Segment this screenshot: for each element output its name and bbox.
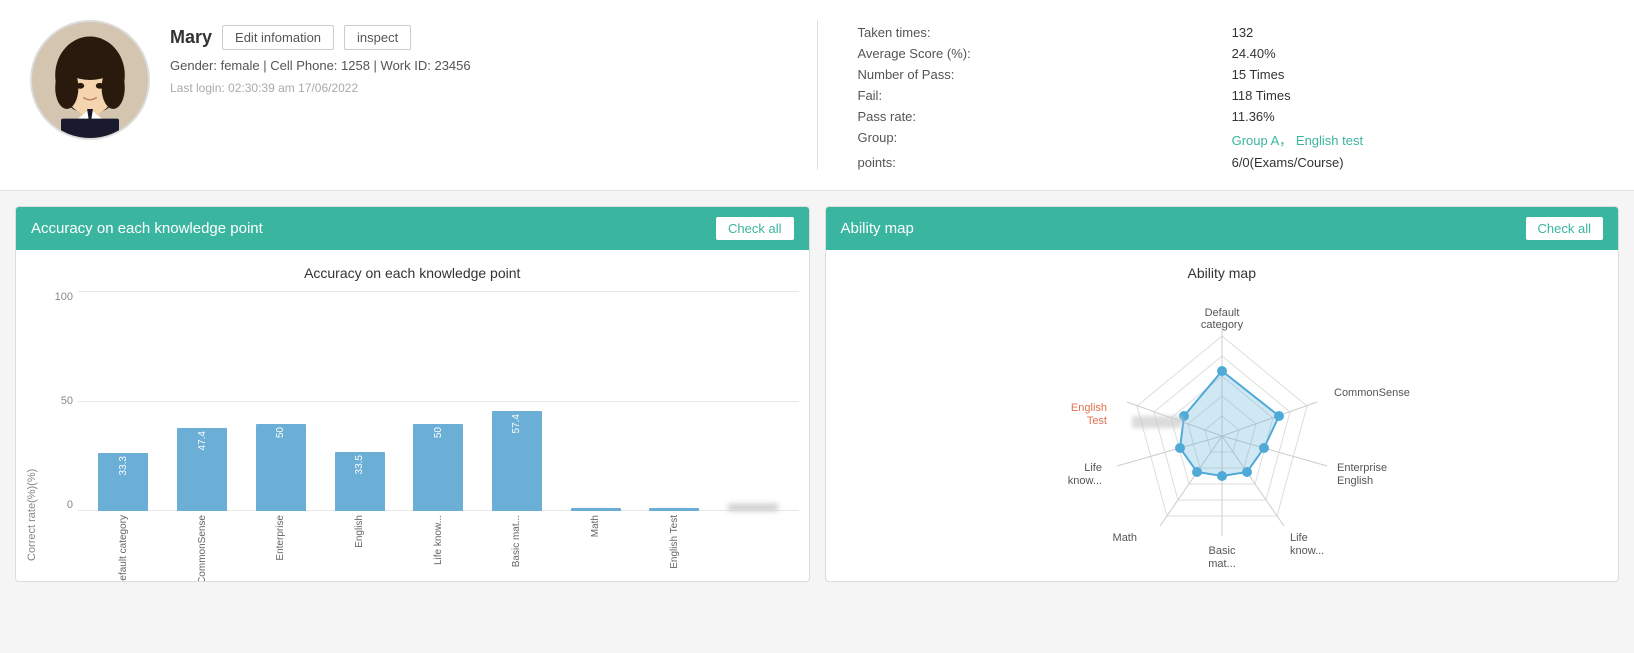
user-profile: Mary Edit infomation inspect Gender: fem… — [30, 20, 818, 170]
bar-value: 50 — [433, 424, 444, 441]
x-labels: Default categoryCommonSenseEnterpriseEng… — [78, 511, 799, 561]
last-login: Last login: 02:30:39 am 17/06/2022 — [170, 81, 471, 95]
y-axis-label: Correct rate(%)(%) — [26, 291, 38, 561]
svg-text:know...: know... — [1290, 545, 1324, 557]
x-label: CommonSense — [167, 511, 238, 561]
svg-text:Default: Default — [1204, 307, 1239, 319]
bars-row: 33.3 47.4 50 33.5 50 57.4 — [78, 291, 799, 511]
pass-rate-label: Pass rate: — [858, 109, 1212, 124]
knowledge-chart-title: Accuracy on each knowledge point — [26, 265, 799, 281]
knowledge-chart-card: Accuracy on each knowledge point Check a… — [15, 206, 810, 582]
group-value: Group A， English test — [1232, 130, 1604, 149]
knowledge-chart-area: Accuracy on each knowledge point Correct… — [16, 250, 809, 571]
avg-score-value: 24.40% — [1232, 46, 1604, 61]
edit-info-button[interactable]: Edit infomation — [222, 25, 334, 50]
ability-card-header: Ability map Check all — [826, 207, 1619, 250]
taken-times-label: Taken times: — [858, 25, 1212, 40]
y-tick-100: 100 — [43, 291, 73, 303]
bar-rect: 33.3 — [98, 453, 148, 511]
avatar — [30, 20, 150, 140]
svg-text:mat...: mat... — [1208, 558, 1236, 570]
bar-group: 57.4 — [482, 411, 553, 511]
svg-text:Life: Life — [1290, 532, 1308, 544]
user-info: Mary Edit infomation inspect Gender: fem… — [170, 20, 471, 95]
bar-chart-container: Correct rate(%)(%) 100 50 0 33.3 47.4 — [26, 291, 799, 561]
svg-text:Test: Test — [1087, 415, 1107, 427]
taken-times-value: 132 — [1232, 25, 1604, 40]
svg-text:Life: Life — [1084, 462, 1102, 474]
ability-header-title: Ability map — [841, 220, 914, 237]
svg-text:CommonSense: CommonSense — [1334, 387, 1410, 399]
user-name: Mary — [170, 27, 212, 48]
y-tick-0: 0 — [43, 499, 73, 511]
bar-group: 50 — [245, 424, 316, 512]
ability-chart-title: Ability map — [836, 265, 1609, 281]
pass-rate-value: 11.36% — [1232, 109, 1604, 124]
ability-check-all-button[interactable]: Check all — [1526, 217, 1603, 240]
x-label: Life know... — [403, 511, 474, 561]
bar-rect: 57.4 — [492, 411, 542, 511]
bar-value: 47.4 — [197, 428, 208, 453]
svg-text:English: English — [1071, 402, 1107, 414]
bar-group: 33.5 — [324, 452, 395, 511]
svg-text:Math: Math — [1112, 532, 1136, 544]
fail-value: 118 Times — [1232, 88, 1604, 103]
bar-value: 33.5 — [354, 452, 365, 477]
x-label — [718, 511, 789, 561]
stats-panel: Taken times: 132 Average Score (%): 24.4… — [858, 20, 1605, 170]
fail-label: Fail: — [858, 88, 1212, 103]
bar-rect: 50 — [256, 424, 306, 512]
svg-text:category: category — [1201, 319, 1244, 331]
bar-group: 47.4 — [167, 428, 238, 511]
bar-value: 57.4 — [511, 411, 522, 436]
bar-value: 50 — [275, 424, 286, 441]
num-pass-value: 15 Times — [1232, 67, 1604, 82]
x-label: Math — [560, 511, 631, 561]
svg-text:Enterprise: Enterprise — [1337, 462, 1387, 474]
bar-rect: 47.4 — [177, 428, 227, 511]
user-meta: Gender: female | Cell Phone: 1258 | Work… — [170, 58, 471, 73]
inspect-button[interactable]: inspect — [344, 25, 411, 50]
top-panel: Mary Edit infomation inspect Gender: fem… — [0, 0, 1634, 191]
bar-rect: 33.5 — [335, 452, 385, 511]
bar-chart-plot: 33.3 47.4 50 33.5 50 57.4 Default categoryCom… — [78, 291, 799, 561]
knowledge-card-header: Accuracy on each knowledge point Check a… — [16, 207, 809, 250]
num-pass-label: Number of Pass: — [858, 67, 1212, 82]
svg-text:know...: know... — [1068, 475, 1102, 487]
group-label: Group: — [858, 130, 1212, 149]
svg-text:Basic: Basic — [1208, 545, 1235, 557]
x-label: Enterprise — [245, 511, 316, 561]
radar-container: Default category CommonSense Enterprise … — [836, 291, 1609, 571]
knowledge-check-all-button[interactable]: Check all — [716, 217, 793, 240]
x-label: Basic mat... — [482, 511, 553, 561]
y-tick-50: 50 — [43, 395, 73, 407]
bar-value: 33.3 — [118, 453, 129, 478]
x-label: English Test — [639, 511, 710, 561]
bar-group: 50 — [403, 424, 474, 512]
x-label: Default category — [88, 511, 159, 561]
y-axis: 100 50 0 — [43, 291, 78, 561]
bottom-panels: Accuracy on each knowledge point Check a… — [0, 191, 1634, 597]
bar-group: 33.3 — [88, 453, 159, 511]
bar-group — [718, 504, 789, 511]
knowledge-header-title: Accuracy on each knowledge point — [31, 220, 263, 237]
points-value: 6/0(Exams/Course) — [1232, 155, 1604, 170]
bar-rect — [728, 504, 778, 511]
x-label: English — [324, 511, 395, 561]
ability-chart-card: Ability map Check all Ability map — [825, 206, 1620, 582]
user-name-row: Mary Edit infomation inspect — [170, 25, 471, 50]
svg-text:English: English — [1337, 475, 1373, 487]
bar-rect: 50 — [413, 424, 463, 512]
points-label: points: — [858, 155, 1212, 170]
ability-chart-area: Ability map — [826, 250, 1619, 581]
radar-svg: Default category CommonSense Enterprise … — [1012, 296, 1432, 566]
avg-score-label: Average Score (%): — [858, 46, 1212, 61]
